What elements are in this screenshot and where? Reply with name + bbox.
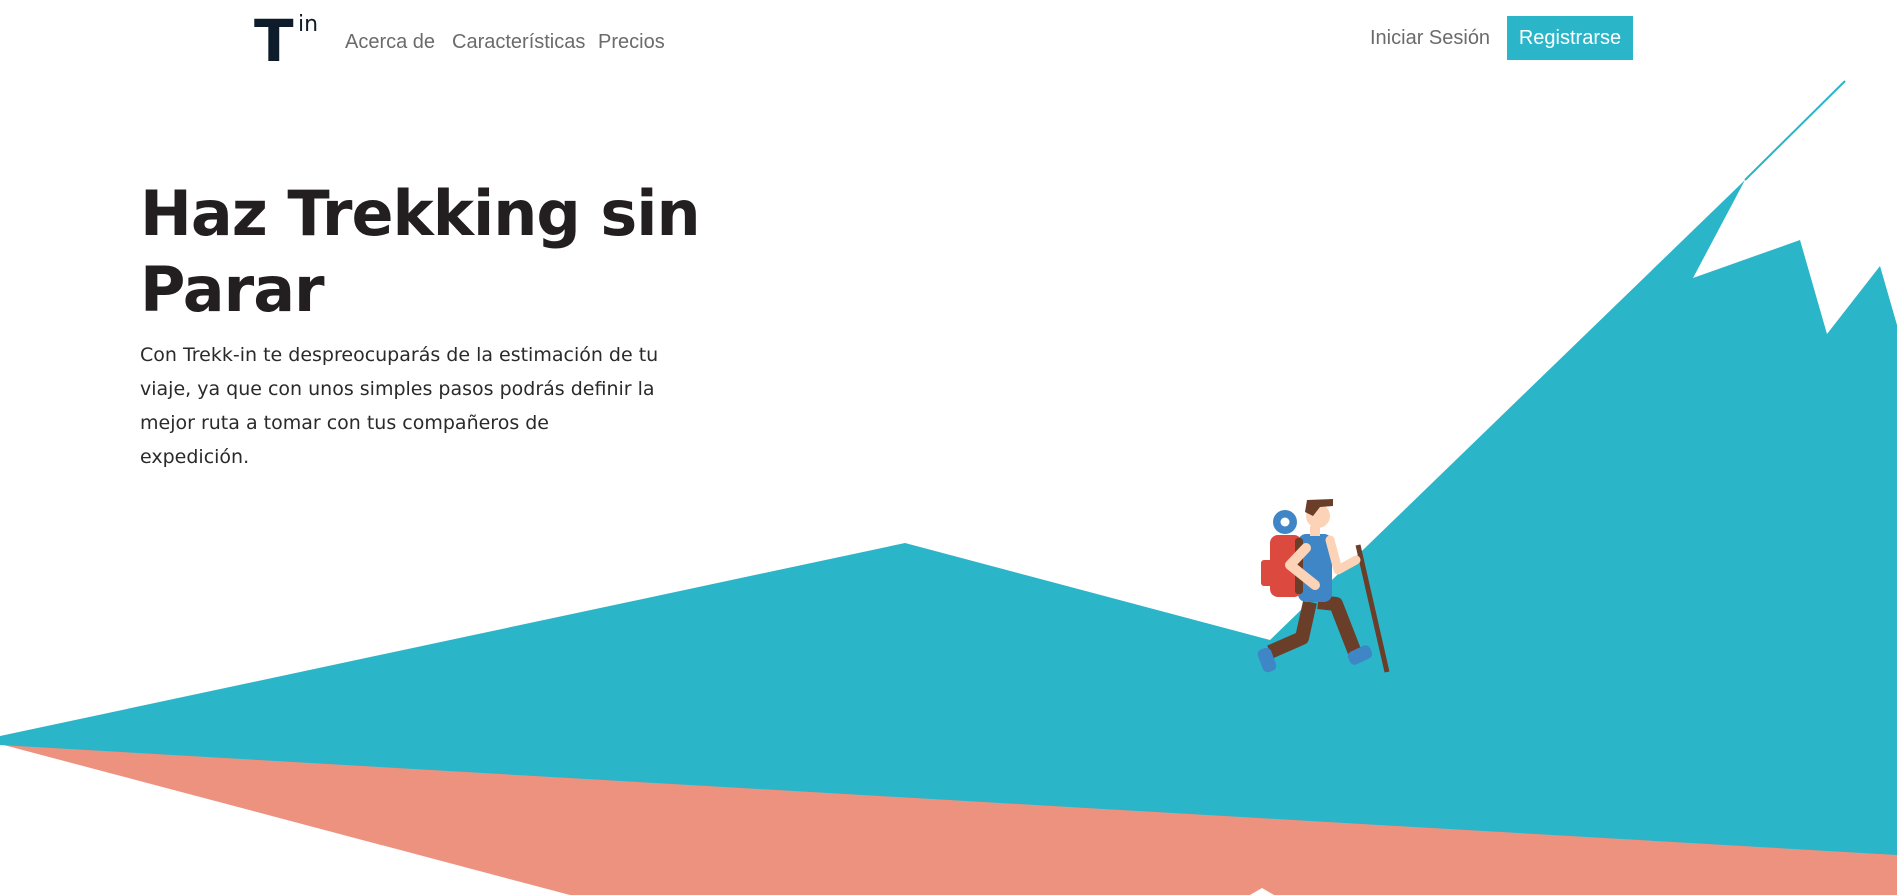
mountain-peak-line xyxy=(1744,80,1846,181)
hero-description: Con Trekk-in te despreocuparás de la est… xyxy=(140,344,659,468)
nav-link-pricing[interactable]: Precios xyxy=(598,30,665,54)
front-arm xyxy=(1325,535,1361,575)
hero-title: Haz Trekking sin Parar xyxy=(140,177,701,326)
logo-superscript: in xyxy=(298,12,319,37)
logo[interactable]: T in xyxy=(254,7,322,75)
sleeping-roll-center xyxy=(1280,517,1290,527)
nav-link-about[interactable]: Acerca de xyxy=(345,30,435,54)
nav-link-features[interactable]: Características xyxy=(452,30,585,54)
logo-letter: T xyxy=(254,7,294,75)
signup-button[interactable]: Registrarse xyxy=(1507,16,1633,60)
login-link[interactable]: Iniciar Sesión xyxy=(1370,26,1490,50)
